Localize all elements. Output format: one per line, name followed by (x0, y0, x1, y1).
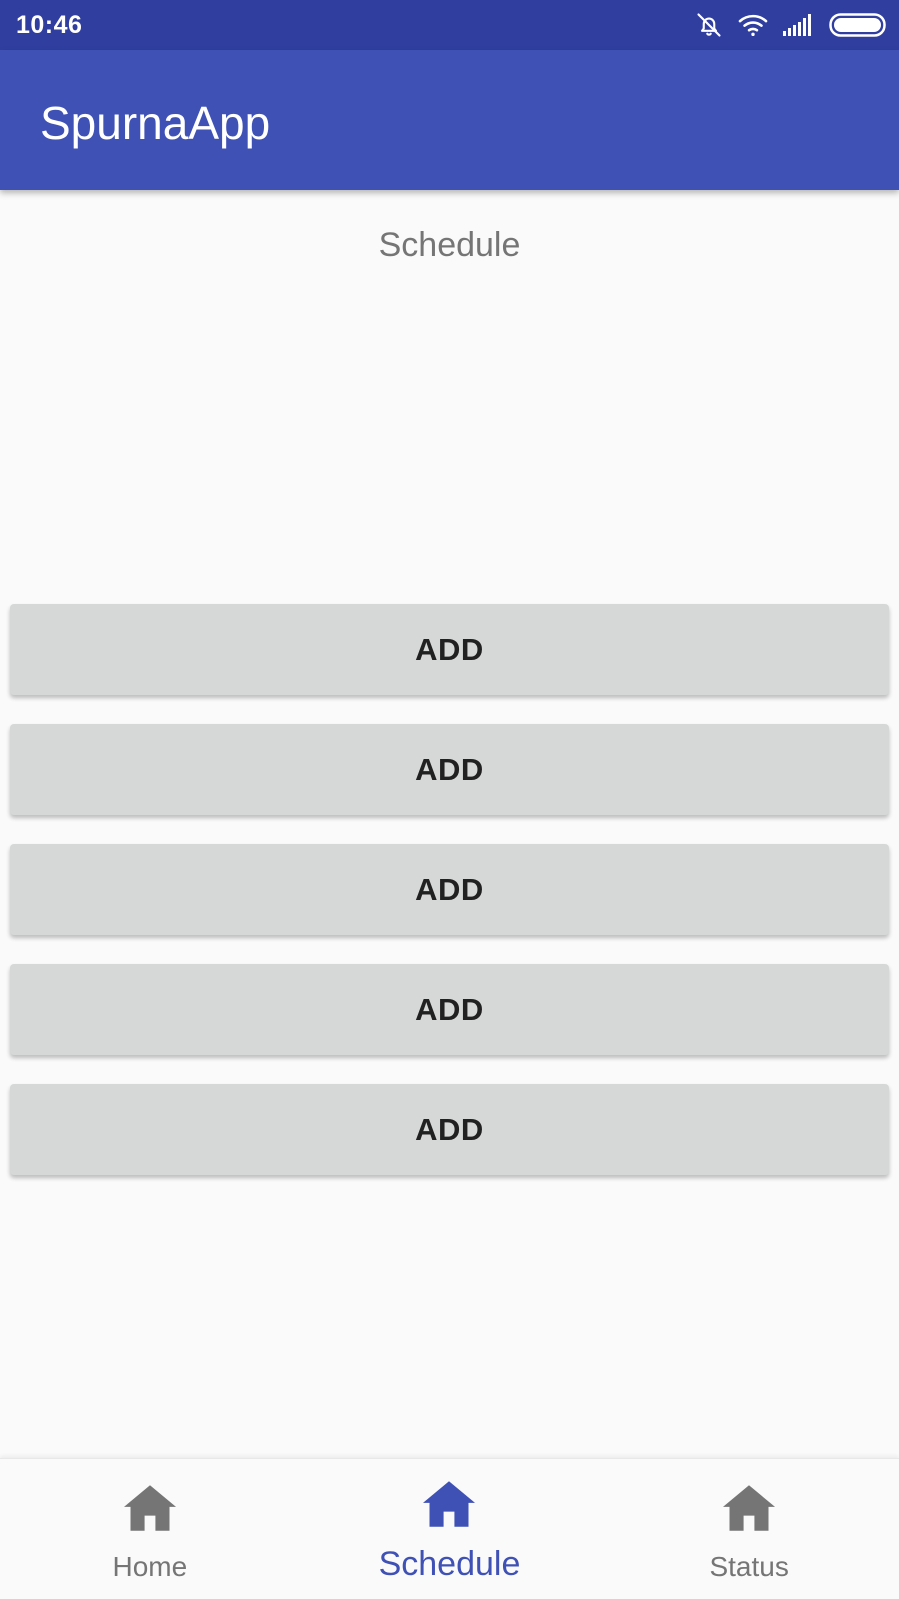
status-time: 10:46 (16, 11, 83, 39)
nav-label-status: Status (709, 1551, 789, 1582)
nav-label-home: Home (112, 1551, 188, 1582)
status-bar: 10:46 (0, 0, 899, 50)
add-button[interactable]: ADD (10, 604, 889, 695)
nav-item-schedule[interactable]: Schedule (300, 1459, 600, 1599)
add-button[interactable]: ADD (10, 964, 889, 1055)
nav-label-schedule: Schedule (378, 1545, 521, 1583)
add-button[interactable]: ADD (10, 844, 889, 935)
app-bar: SpurnaApp (0, 50, 899, 190)
battery-icon (829, 12, 887, 38)
wifi-icon (737, 12, 769, 38)
screen: 10:46 SpurnaApp Schedule ADD ADD ADD ADD… (0, 0, 899, 1599)
nav-item-home[interactable]: Home (0, 1459, 300, 1599)
nav-item-status[interactable]: Status (599, 1459, 899, 1599)
notifications-off-icon (695, 11, 723, 39)
home-icon (423, 1481, 476, 1527)
add-button-list: ADD ADD ADD ADD ADD (10, 604, 889, 1204)
add-button[interactable]: ADD (10, 1084, 889, 1175)
add-button[interactable]: ADD (10, 724, 889, 815)
bottom-navigation: Home Schedule Status (0, 1458, 899, 1599)
signal-icon (783, 14, 815, 36)
app-title: SpurnaApp (40, 97, 271, 149)
home-icon (723, 1485, 776, 1531)
status-icons (695, 10, 887, 40)
home-icon (123, 1485, 176, 1531)
section-label: Schedule (378, 226, 521, 264)
